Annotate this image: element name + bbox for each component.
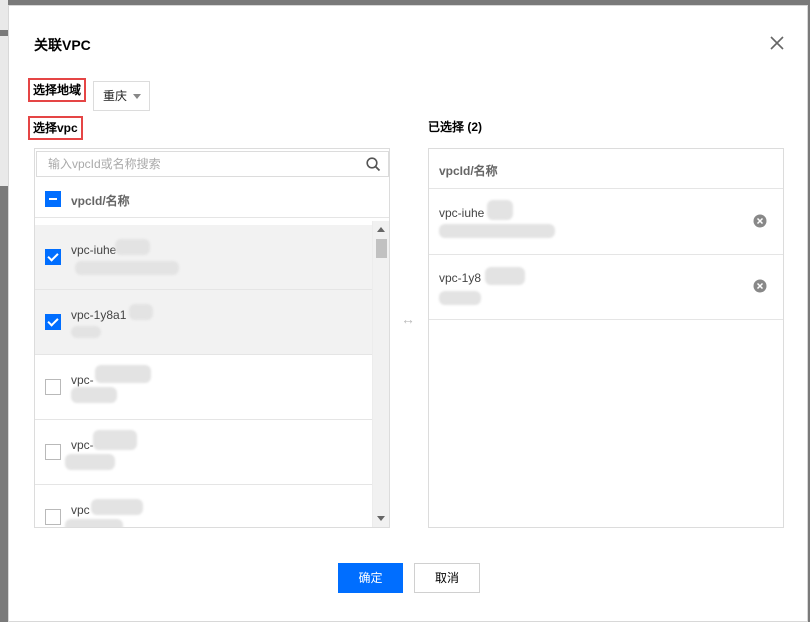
chevron-down-icon bbox=[133, 94, 141, 99]
redacted-mask bbox=[91, 499, 143, 515]
list-item[interactable]: vpc-iuhe bbox=[35, 225, 372, 290]
vpc-name: vpc-1y8a1 bbox=[71, 308, 127, 322]
transfer-arrows-icon: ↔ bbox=[401, 311, 415, 327]
selected-header-label: vpcId/名称 bbox=[439, 164, 498, 178]
vpc-name: vpc bbox=[71, 503, 90, 517]
redacted-mask bbox=[93, 430, 137, 450]
vpc-selected-list: vpcId/名称 vpc-iuhe vpc-1y8 bbox=[428, 148, 784, 528]
search-input[interactable] bbox=[46, 152, 356, 176]
list-item[interactable]: vpc- bbox=[35, 355, 372, 420]
redacted-mask bbox=[487, 200, 513, 220]
vpc-name: vpc- bbox=[71, 373, 94, 387]
redacted-mask bbox=[95, 365, 151, 383]
list-header-label: vpcId/名称 bbox=[71, 194, 130, 208]
selected-item: vpc-1y8 bbox=[429, 255, 783, 320]
search-icon[interactable] bbox=[366, 157, 381, 172]
row-checkbox[interactable] bbox=[45, 314, 61, 330]
redacted-mask bbox=[439, 291, 481, 305]
selected-vpc-name: vpc-iuhe bbox=[439, 206, 485, 220]
list-item[interactable]: vpc- bbox=[35, 420, 372, 485]
remove-circle-icon[interactable] bbox=[753, 279, 767, 293]
select-all-checkbox[interactable] bbox=[45, 191, 61, 207]
redacted-mask bbox=[65, 454, 115, 470]
list-item[interactable]: vpc bbox=[35, 485, 372, 527]
vertical-scrollbar[interactable] bbox=[372, 221, 389, 527]
redacted-mask bbox=[71, 326, 101, 338]
vpc-name: vpc-iuhe bbox=[71, 243, 117, 257]
list-header: vpcId/名称 bbox=[35, 180, 389, 218]
close-icon[interactable] bbox=[769, 35, 785, 51]
associate-vpc-dialog: 关联VPC 选择地域 重庆 选择vpc 已选择 (2) vpcId/名称 vpc… bbox=[8, 5, 808, 622]
remove-circle-icon[interactable] bbox=[753, 214, 767, 228]
region-select-value: 重庆 bbox=[103, 89, 128, 103]
redacted-mask bbox=[115, 239, 150, 255]
redacted-mask bbox=[129, 304, 153, 320]
region-select[interactable]: 重庆 bbox=[93, 81, 150, 111]
cancel-button[interactable]: 取消 bbox=[414, 563, 480, 593]
scroll-down-icon[interactable] bbox=[377, 516, 385, 521]
scrollbar-thumb[interactable] bbox=[376, 239, 387, 258]
redacted-mask bbox=[65, 519, 123, 527]
selected-vpc-name: vpc-1y8 bbox=[439, 271, 482, 285]
region-label: 选择地域 bbox=[28, 78, 87, 102]
row-checkbox[interactable] bbox=[45, 249, 61, 265]
row-checkbox[interactable] bbox=[45, 509, 61, 525]
redacted-mask bbox=[71, 387, 117, 403]
vpc-label: 选择vpc bbox=[28, 116, 83, 140]
redacted-mask bbox=[75, 261, 179, 275]
selected-item: vpc-iuhe bbox=[429, 190, 783, 255]
dialog-title: 关联VPC bbox=[34, 37, 91, 53]
list-item[interactable]: vpc-1y8a1 bbox=[35, 290, 372, 355]
selected-list-header: vpcId/名称 bbox=[429, 149, 783, 189]
redacted-mask bbox=[485, 267, 525, 285]
scroll-up-icon[interactable] bbox=[377, 227, 385, 232]
vpc-name: vpc- bbox=[71, 438, 94, 452]
row-checkbox[interactable] bbox=[45, 444, 61, 460]
row-checkbox[interactable] bbox=[45, 379, 61, 395]
confirm-button[interactable]: 确定 bbox=[338, 563, 403, 593]
vpc-source-list: vpcId/名称 vpc-iuhe vpc-1y8a1 vpc- vpc- bbox=[34, 148, 390, 528]
redacted-mask bbox=[439, 224, 555, 238]
search-box bbox=[36, 151, 389, 177]
selected-count-title: 已选择 (2) bbox=[428, 120, 483, 134]
